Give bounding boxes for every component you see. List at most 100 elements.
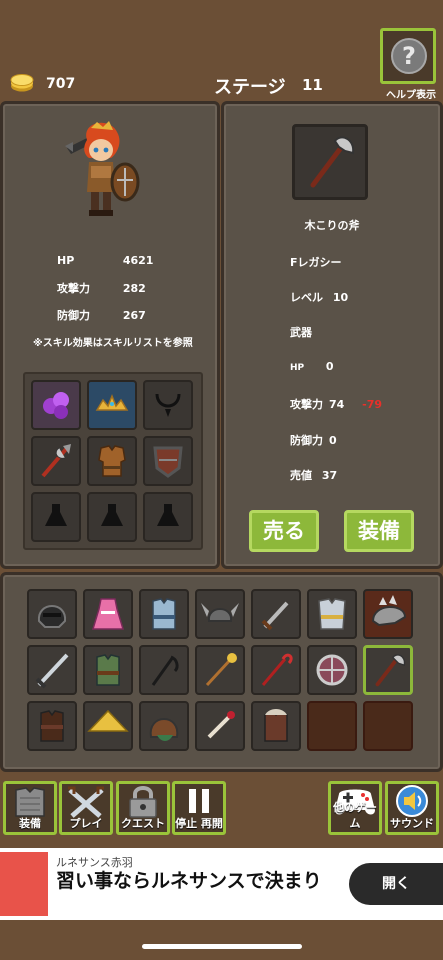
- long-sword-icon: [35, 653, 69, 689]
- inventory-slot[interactable]: [139, 701, 189, 751]
- stat-value: 282: [122, 282, 146, 295]
- item-category: 武器: [290, 324, 312, 340]
- inventory-slot[interactable]: [307, 589, 357, 639]
- inventory-slot-selected[interactable]: [363, 645, 413, 695]
- inventory-slot[interactable]: [139, 589, 189, 639]
- green-tunic-icon: [96, 654, 120, 686]
- sell-button[interactable]: 売る: [249, 510, 319, 552]
- inventory-slot[interactable]: [251, 589, 301, 639]
- round-shield-icon: [316, 654, 348, 686]
- inventory-slot[interactable]: [195, 645, 245, 695]
- skill-slot-orb[interactable]: [31, 380, 81, 430]
- quest-nav-button[interactable]: クエスト: [116, 781, 170, 835]
- red-staff-icon: [261, 653, 293, 686]
- inventory-slot-empty[interactable]: [307, 701, 357, 751]
- other-games-label: 他のゲーム: [333, 801, 377, 830]
- item-rarity: Fレガシー: [290, 254, 342, 270]
- short-sword-icon: [261, 601, 289, 631]
- other-games-button[interactable]: 他のゲーム: [328, 781, 382, 835]
- gold-amount: 707: [46, 76, 76, 92]
- slot-necklace-empty[interactable]: [143, 380, 193, 430]
- attack-diff: -79: [362, 398, 383, 411]
- potion-icon: [101, 504, 123, 526]
- straw-hat-icon: [87, 709, 129, 732]
- ad-banner[interactable]: ルネサンス赤羽 習い事ならルネサンスで決まり 開く: [0, 848, 443, 920]
- slot-armor[interactable]: [87, 436, 137, 486]
- horned-helmet-icon: [201, 603, 239, 622]
- slot-weapon[interactable]: [31, 436, 81, 486]
- defense-label: 防御力: [290, 434, 323, 447]
- inventory-slot[interactable]: [307, 645, 357, 695]
- slot-crown[interactable]: [87, 380, 137, 430]
- hp-value: 0: [325, 360, 334, 373]
- stage-number: 11: [302, 76, 323, 94]
- inventory-slot[interactable]: [83, 589, 133, 639]
- stat-value: 267: [122, 309, 146, 322]
- inventory-slot[interactable]: [83, 701, 133, 751]
- inventory-slot[interactable]: [363, 589, 413, 639]
- halberd-icon: [41, 444, 71, 478]
- pause-resume-button[interactable]: 停止 再開: [172, 781, 226, 835]
- item-detail-panel: 木こりの斧 Fレガシー レベル 10 武器 HP 0 攻撃力 74 -79 防御力…: [221, 101, 443, 569]
- stat-label: HP: [57, 254, 75, 267]
- price-label: 売値: [290, 469, 312, 482]
- level-label: レベル: [290, 291, 323, 304]
- hero-stat-hp: HP 4621: [57, 254, 153, 267]
- inventory-slot[interactable]: [83, 645, 133, 695]
- play-nav-label: プレイ: [69, 817, 103, 830]
- slot-potion-empty[interactable]: [143, 492, 193, 542]
- equip-nav-button[interactable]: 装備: [3, 781, 57, 835]
- tiara-icon: [95, 393, 129, 411]
- home-indicator[interactable]: [142, 944, 302, 949]
- top-bar: 707 ステージ 11 ? ヘルプ表示: [0, 0, 443, 101]
- slot-potion-empty[interactable]: [87, 492, 137, 542]
- hp-label: HP: [290, 363, 305, 373]
- slot-potion-empty[interactable]: [31, 492, 81, 542]
- ad-open-button[interactable]: 開く: [349, 863, 443, 905]
- inventory-slot[interactable]: [251, 701, 301, 751]
- sound-label: サウンド: [390, 817, 434, 830]
- item-price: 売値 37: [290, 467, 337, 483]
- inventory-slot-empty[interactable]: [363, 701, 413, 751]
- attack-label: 攻撃力: [290, 398, 323, 411]
- ad-thumbnail-image: [0, 852, 48, 916]
- attack-value: 74: [329, 398, 345, 411]
- inventory-slot[interactable]: [27, 645, 77, 695]
- play-nav-button[interactable]: プレイ: [59, 781, 113, 835]
- inventory-slot[interactable]: [27, 589, 77, 639]
- ad-advertiser: ルネサンス赤羽: [56, 856, 133, 869]
- hood-icon: [149, 718, 179, 741]
- help-button[interactable]: ?: [380, 28, 436, 84]
- item-hp: HP 0: [290, 360, 334, 373]
- equipped-slots-grid: [23, 372, 203, 550]
- defense-value: 0: [329, 434, 337, 447]
- slot-shield[interactable]: [143, 436, 193, 486]
- inventory-slot[interactable]: [195, 589, 245, 639]
- potion-icon: [157, 504, 179, 526]
- necklace-icon: [155, 393, 181, 417]
- skill-note: ※スキル効果はスキルリストを参照: [33, 338, 193, 349]
- selected-item-frame: [292, 124, 368, 200]
- equip-nav-label: 装備: [19, 817, 41, 830]
- shield-icon: [153, 446, 183, 478]
- stat-label: 攻撃力: [57, 282, 90, 295]
- inventory-slot[interactable]: [195, 701, 245, 751]
- axe-icon: [310, 136, 355, 188]
- item-defense: 防御力 0: [290, 432, 337, 448]
- inventory-slot[interactable]: [251, 645, 301, 695]
- help-label: ヘルプ表示: [386, 90, 436, 101]
- pause-resume-label: 停止 再開: [175, 817, 223, 830]
- pink-dress-icon: [91, 598, 125, 630]
- black-helmet-icon: [37, 605, 67, 628]
- gold-coin-icon: [10, 74, 34, 92]
- rarity-value: Fレガシー: [290, 256, 342, 269]
- sound-button[interactable]: サウンド: [385, 781, 439, 835]
- hero-stat-attack: 攻撃力 282: [57, 280, 146, 296]
- inventory-slot[interactable]: [27, 701, 77, 751]
- equip-button[interactable]: 装備: [344, 510, 414, 552]
- item-name: 木こりの斧: [304, 219, 360, 232]
- inventory-panel: [0, 572, 443, 772]
- scythe-icon: [151, 655, 179, 686]
- golden-staff-icon: [205, 653, 237, 687]
- inventory-slot[interactable]: [139, 645, 189, 695]
